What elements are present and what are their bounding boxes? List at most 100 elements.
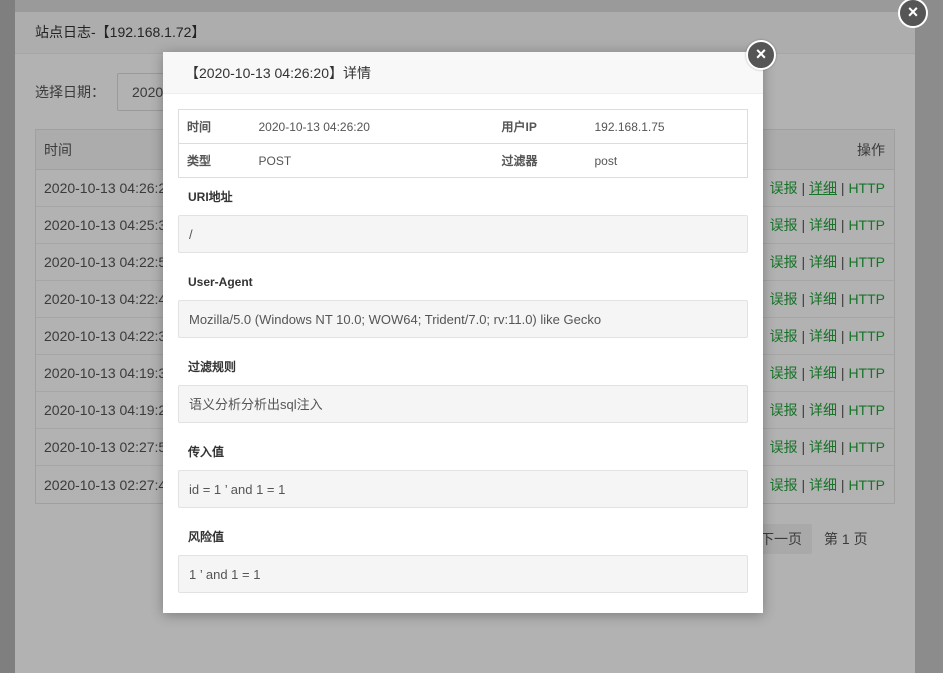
http-link[interactable]: HTTP [848,365,885,381]
row-time: 2020-10-13 04:19:2 [44,402,167,418]
action-separator: | [801,476,806,493]
filter-rule-field: 过滤规则 语义分析分析出sql注入 [178,357,748,423]
http-link[interactable]: HTTP [848,328,885,344]
row-actions: 误报 | 详细 | HTTP [770,475,885,495]
action-separator: | [801,254,806,270]
action-separator: | [801,291,806,307]
row-actions: 误报 | 详细 | HTTP [770,400,885,420]
row-time: 2020-10-13 04:22:4 [44,291,167,307]
action-separator: | [840,365,845,381]
action-separator: | [801,365,806,381]
detail-link[interactable]: 详细 [809,254,837,270]
col-action-header: 操作 [857,141,885,158]
site-log-title: 站点日志-【192.168.1.72】 [15,12,915,54]
uri-value: / [178,215,748,253]
action-separator: | [840,476,845,493]
info-row: 类型 POST 过滤器 post [179,144,748,178]
detail-link[interactable]: 详细 [809,477,837,493]
http-link[interactable]: HTTP [848,291,885,307]
row-actions: 误报 | 详细 | HTTP [770,289,885,309]
user-agent-label: User-Agent [188,275,253,289]
ip-value: 192.168.1.75 [586,109,748,144]
input-value-field: 传入值 id = 1 ’ and 1 = 1 [178,442,748,508]
uri-label: URI地址 [188,190,233,204]
action-separator: | [801,328,806,344]
report-link[interactable]: 误报 [770,365,798,381]
row-time: 2020-10-13 04:22:5 [44,254,167,270]
user-agent-value: Mozilla/5.0 (Windows NT 10.0; WOW64; Tri… [178,300,748,338]
ip-key: 用户IP [493,109,587,144]
filter-rule-value: 语义分析分析出sql注入 [178,385,748,423]
filter-value: post [594,153,618,168]
report-link[interactable]: 误报 [770,328,798,344]
detail-info-table: 时间 2020-10-13 04:26:20 用户IP 192.168.1.75… [178,109,748,178]
row-actions: 误报 | 详细 | HTTP [770,178,885,198]
report-link[interactable]: 误报 [770,402,798,418]
row-actions: 误报 | 详细 | HTTP [770,437,885,457]
detail-modal: 【2020-10-13 04:26:20】详情 × 时间 2020-10-13 … [163,40,776,613]
input-value-label: 传入值 [188,445,225,459]
detail-link[interactable]: 详细 [809,180,837,196]
row-time: 2020-10-13 02:27:4 [44,476,167,493]
background-right-panel [915,0,943,673]
row-time: 2020-10-13 04:22:3 [44,328,167,344]
http-link[interactable]: HTTP [848,402,885,418]
row-time: 2020-10-13 04:26:20 [44,180,174,196]
detail-link[interactable]: 详细 [809,291,837,307]
http-link[interactable]: HTTP [848,180,885,196]
col-time-header: 时间 [44,141,72,158]
type-key: 类型 [187,154,212,168]
detail-link[interactable]: 详细 [809,217,837,233]
report-link[interactable]: 误报 [770,217,798,233]
action-separator: | [801,217,806,233]
action-separator: | [840,180,845,196]
detail-link[interactable]: 详细 [809,439,837,455]
type-value: POST [258,153,292,168]
http-link[interactable]: HTTP [848,477,885,493]
action-separator: | [801,180,806,196]
page-indicator: 第 1 页 [824,531,868,547]
report-link[interactable]: 误报 [770,180,798,196]
http-link[interactable]: HTTP [848,254,885,270]
risk-value-box: 1 ’ and 1 = 1 [178,555,748,593]
uri-field: URI地址 / [178,187,748,253]
row-actions: 误报 | 详细 | HTTP [770,215,885,235]
row-actions: 误报 | 详细 | HTTP [770,326,885,346]
action-separator: | [840,439,845,455]
report-link[interactable]: 误报 [770,291,798,307]
time-value: 2020-10-13 04:26:20 [250,109,494,144]
action-separator: | [840,217,845,233]
risk-value-label: 风险值 [188,530,225,544]
filter-rule-label: 过滤规则 [188,360,237,374]
detail-link[interactable]: 详细 [809,328,837,344]
http-link[interactable]: HTTP [848,217,885,233]
row-actions: 误报 | 详细 | HTTP [770,252,885,272]
action-separator: | [801,402,806,418]
row-time: 2020-10-13 02:27:5 [44,439,167,455]
detail-title: 【2020-10-13 04:26:20】详情 [163,52,763,94]
date-label: 选择日期： [35,84,105,100]
action-separator: | [840,291,845,307]
pagination: 下一页 第 1 页 [750,524,868,554]
filter-key: 过滤器 [501,154,538,168]
info-row: 时间 2020-10-13 04:26:20 用户IP 192.168.1.75 [178,109,748,144]
row-time: 2020-10-13 04:19:3 [44,365,167,381]
detail-link[interactable]: 详细 [809,402,837,418]
time-key: 时间 [178,109,251,144]
action-separator: | [801,439,806,455]
report-link[interactable]: 误报 [770,477,798,493]
http-link[interactable]: HTTP [848,439,885,455]
action-separator: | [840,402,845,418]
detail-close-icon[interactable]: × [746,40,776,70]
row-time: 2020-10-13 04:25:3 [44,217,167,233]
report-link[interactable]: 误报 [770,439,798,455]
detail-link[interactable]: 详细 [809,365,837,381]
input-value-box: id = 1 ’ and 1 = 1 [178,470,748,508]
background-left-panel [0,0,15,673]
risk-value-field: 风险值 1 ’ and 1 = 1 [178,527,748,593]
user-agent-field: User-Agent Mozilla/5.0 (Windows NT 10.0;… [178,272,748,338]
action-separator: | [840,254,845,270]
row-actions: 误报 | 详细 | HTTP [770,363,885,383]
action-separator: | [840,328,845,344]
report-link[interactable]: 误报 [770,254,798,270]
